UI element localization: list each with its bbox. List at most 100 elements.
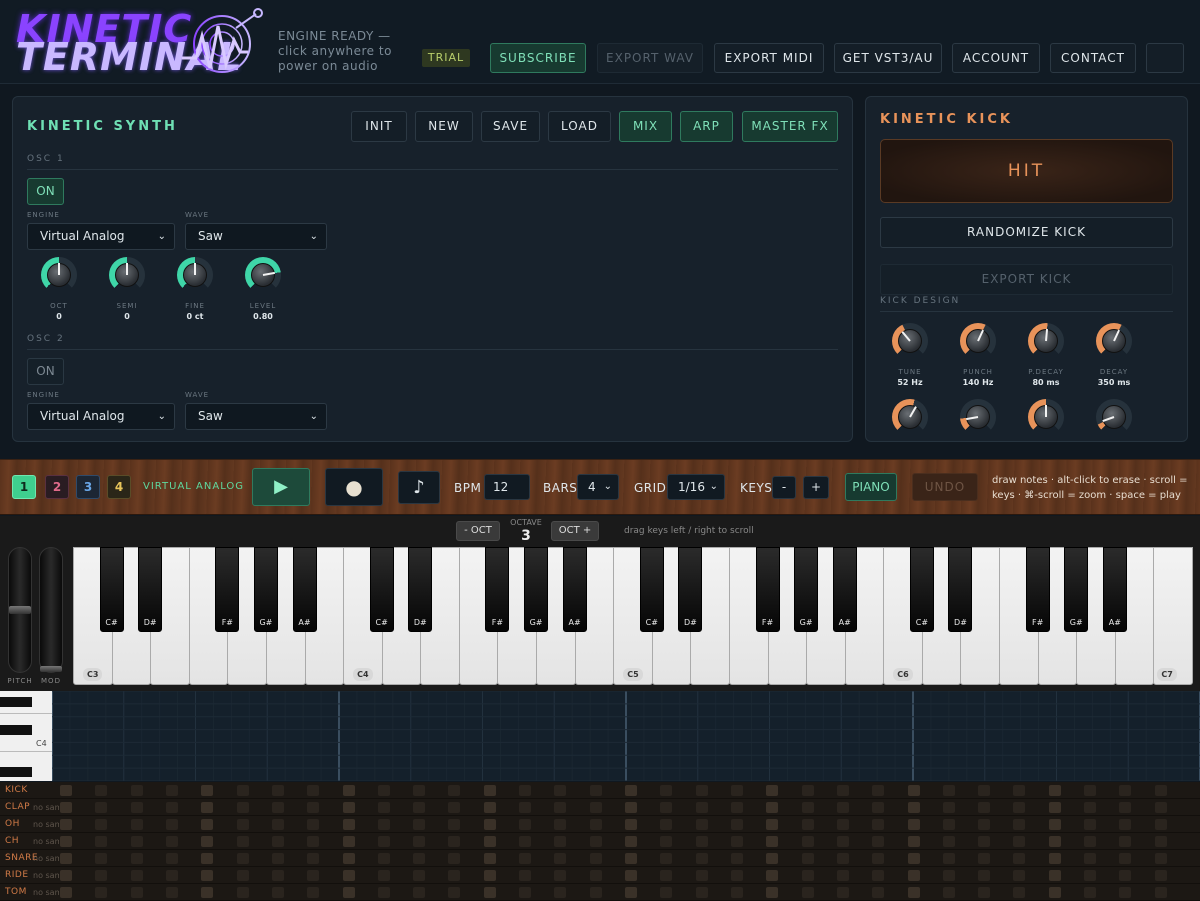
drum-step[interactable]: [342, 802, 355, 813]
drum-step[interactable]: [978, 870, 991, 881]
drum-step[interactable]: [872, 853, 885, 864]
mod-wheel-handle[interactable]: [40, 666, 62, 672]
drum-step[interactable]: [307, 802, 320, 813]
drum-step[interactable]: [1154, 853, 1167, 864]
drum-step[interactable]: [730, 887, 743, 898]
drum-step[interactable]: [271, 853, 284, 864]
drum-step[interactable]: [307, 785, 320, 796]
drum-step[interactable]: [165, 802, 178, 813]
drum-step[interactable]: [625, 785, 637, 796]
drum-step[interactable]: [1119, 819, 1132, 830]
drum-step[interactable]: [836, 853, 849, 864]
drum-step[interactable]: [342, 870, 355, 881]
drum-step[interactable]: [801, 802, 814, 813]
drum-step[interactable]: [1119, 802, 1132, 813]
drum-step[interactable]: [307, 819, 320, 830]
drum-step[interactable]: [801, 853, 814, 864]
drum-step[interactable]: [1013, 785, 1026, 796]
drum-step[interactable]: [695, 853, 708, 864]
drum-step[interactable]: [554, 819, 567, 830]
pitch-wheel[interactable]: [8, 547, 32, 673]
black-key[interactable]: F#: [1025, 547, 1050, 632]
drum-step[interactable]: [660, 853, 673, 864]
undo-button[interactable]: UNDO: [912, 473, 978, 501]
export-kick-button[interactable]: EXPORT KICK: [880, 264, 1173, 295]
drum-step[interactable]: [978, 819, 991, 830]
drum-step[interactable]: [872, 802, 885, 813]
drum-step[interactable]: [660, 836, 673, 847]
drum-step[interactable]: [519, 836, 532, 847]
drum-step[interactable]: [766, 870, 779, 881]
drum-step[interactable]: [801, 887, 814, 898]
drum-step[interactable]: [836, 836, 849, 847]
drum-step[interactable]: [519, 785, 532, 796]
drum-step[interactable]: [730, 819, 743, 830]
drum-step[interactable]: [483, 836, 496, 847]
drum-step[interactable]: [1119, 785, 1132, 796]
track-1-button[interactable]: 1: [12, 475, 36, 499]
subscribe-button[interactable]: SUBSCRIBE: [490, 43, 586, 73]
drum-step[interactable]: [695, 836, 708, 847]
drum-step[interactable]: [978, 802, 991, 813]
black-key[interactable]: F#: [215, 547, 240, 632]
drum-step[interactable]: [695, 785, 708, 796]
black-key[interactable]: D#: [408, 547, 433, 632]
drum-step[interactable]: [60, 853, 72, 864]
drum-step[interactable]: [836, 819, 849, 830]
drum-step[interactable]: [766, 887, 779, 898]
drum-step[interactable]: [95, 887, 108, 898]
drum-step[interactable]: [342, 819, 355, 830]
play-button[interactable]: ▶: [252, 468, 310, 506]
drum-step[interactable]: [801, 870, 814, 881]
drum-step[interactable]: [589, 802, 602, 813]
bpm-input[interactable]: 12: [484, 474, 530, 500]
drum-step[interactable]: [695, 870, 708, 881]
drum-step[interactable]: [60, 836, 72, 847]
drum-step[interactable]: [271, 836, 284, 847]
drum-step[interactable]: [872, 887, 885, 898]
drum-step[interactable]: [165, 836, 178, 847]
drum-step[interactable]: [448, 870, 461, 881]
drum-step[interactable]: [342, 887, 355, 898]
drum-step[interactable]: [1084, 887, 1097, 898]
drum-step[interactable]: [413, 802, 426, 813]
drum-step[interactable]: [1048, 836, 1061, 847]
drum-step[interactable]: [766, 819, 779, 830]
drum-step[interactable]: [95, 870, 108, 881]
osc1-engine-select[interactable]: Virtual Analog ⌄: [27, 223, 175, 250]
black-key[interactable]: A#: [832, 547, 857, 632]
drum-step[interactable]: [201, 785, 214, 796]
drum-step[interactable]: [165, 819, 178, 830]
kick-pdecay-knob[interactable]: [1028, 323, 1064, 359]
drum-step[interactable]: [448, 819, 461, 830]
drum-step[interactable]: [695, 819, 708, 830]
drum-step[interactable]: [660, 819, 673, 830]
drum-step[interactable]: [1154, 887, 1167, 898]
account-button[interactable]: ACCOUNT: [952, 43, 1040, 73]
drum-step[interactable]: [872, 870, 885, 881]
osc1-semi-knob[interactable]: [109, 257, 145, 293]
drum-step[interactable]: [448, 802, 461, 813]
drum-step[interactable]: [554, 802, 567, 813]
keys-plus-button[interactable]: +: [803, 476, 829, 499]
drum-step[interactable]: [1013, 802, 1026, 813]
drum-step[interactable]: [130, 785, 143, 796]
drum-step[interactable]: [201, 870, 214, 881]
contact-button[interactable]: CONTACT: [1050, 43, 1136, 73]
kick-knob-8[interactable]: [1096, 399, 1132, 435]
drum-step[interactable]: [907, 887, 920, 898]
drum-step[interactable]: [201, 853, 214, 864]
black-key[interactable]: D#: [948, 547, 973, 632]
black-key[interactable]: D#: [138, 547, 163, 632]
drum-step[interactable]: [660, 870, 673, 881]
drum-step[interactable]: [1119, 836, 1132, 847]
black-key[interactable]: C#: [369, 547, 394, 632]
drum-step[interactable]: [95, 819, 108, 830]
drum-step[interactable]: [342, 853, 355, 864]
drum-step[interactable]: [836, 887, 849, 898]
osc2-on-toggle[interactable]: ON: [27, 358, 64, 385]
drum-step[interactable]: [130, 870, 143, 881]
drum-step[interactable]: [377, 819, 390, 830]
drum-step[interactable]: [130, 853, 143, 864]
drum-step[interactable]: [766, 785, 779, 796]
